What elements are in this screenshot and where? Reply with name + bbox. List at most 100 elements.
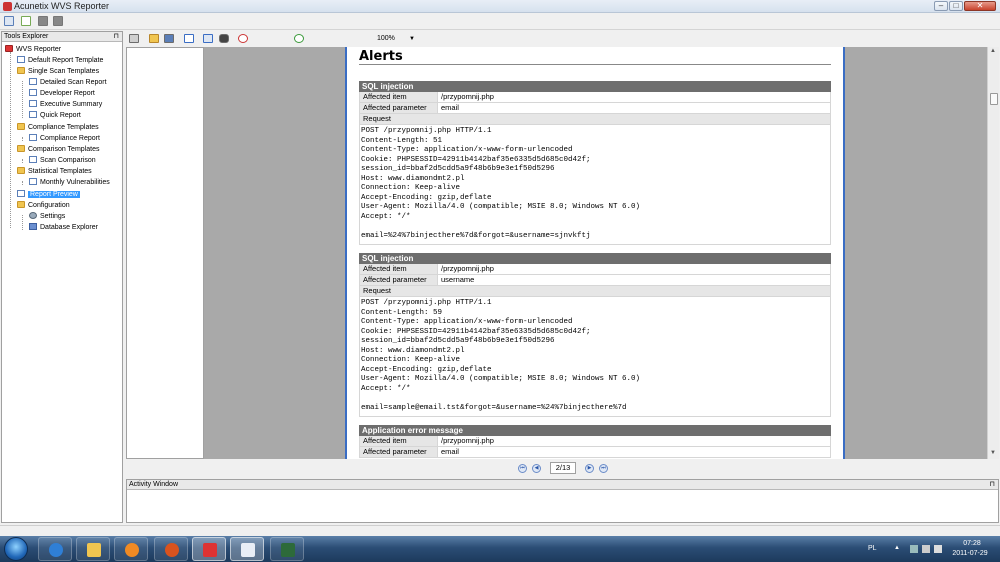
tree-item-monthly-vulnerabilities[interactable]: Monthly Vulnerabilities (29, 178, 110, 188)
tree-item-comparison-templates[interactable]: Comparison Templates (17, 145, 99, 155)
report-page: Alerts SQL injection Affected item/przyp… (345, 47, 845, 459)
document-icon (29, 100, 37, 107)
alert-title: Application error message (359, 425, 831, 436)
title-bar: Acunetix WVS Reporter – □ ✕ (0, 0, 1000, 13)
scroll-down-icon[interactable]: ▼ (990, 450, 996, 456)
document-icon (29, 178, 37, 185)
request-label: Request (359, 286, 831, 297)
system-tray: PL ▲ 07:28 2011-07-29 (860, 536, 1000, 562)
open-folder-icon[interactable] (149, 34, 159, 43)
alert-row-item: Affected item/przypomnij.php (359, 436, 831, 447)
pin-icon[interactable]: ⊓ (114, 32, 119, 42)
zoom-value: 100% (377, 35, 395, 42)
taskbar-acunetix[interactable] (192, 537, 226, 561)
document-icon (29, 156, 37, 163)
tree-item-settings[interactable]: Settings (29, 212, 65, 222)
document-icon (29, 78, 37, 85)
maximize-button[interactable]: □ (949, 1, 963, 11)
folder-icon (17, 123, 25, 130)
network-icon[interactable] (910, 545, 918, 553)
tree-item-wvs-reporter[interactable]: WVS Reporter (5, 45, 61, 55)
request-body: POST /przypomnij.php HTTP/1.1 Content-Le… (359, 297, 831, 417)
taskbar-firefox[interactable] (154, 537, 188, 561)
save-icon[interactable] (164, 34, 174, 43)
preview-icon (17, 190, 25, 197)
print-icon[interactable] (129, 34, 139, 43)
clock-date[interactable]: 2011-07-29 (946, 550, 994, 557)
stop-icon[interactable] (38, 16, 48, 26)
taskbar-reporter[interactable] (230, 537, 264, 561)
tree-item-quick-report[interactable]: Quick Report (29, 111, 81, 121)
alert-row-item: Affected item/przypomnij.php (359, 92, 831, 103)
show-hidden-icons-icon[interactable]: ▲ (894, 545, 900, 551)
app-icon (3, 2, 12, 11)
taskbar-media-player[interactable] (114, 537, 148, 561)
first-page-button[interactable]: ⏮ (518, 464, 527, 473)
check-report-icon[interactable] (21, 16, 31, 26)
status-bar (0, 525, 1000, 535)
database-icon (29, 223, 37, 230)
chevron-down-icon: ▼ (409, 36, 415, 42)
tree-item-developer-report[interactable]: Developer Report (29, 89, 95, 99)
new-report-icon[interactable] (4, 16, 14, 26)
scroll-up-icon[interactable]: ▲ (990, 48, 996, 54)
tree-item-database-explorer[interactable]: Database Explorer (29, 223, 98, 233)
tree-item-scan-comparison[interactable]: Scan Comparison (29, 156, 96, 166)
tree-item-compliance-templates[interactable]: Compliance Templates (17, 123, 99, 133)
flag-icon[interactable] (922, 545, 930, 553)
last-page-button[interactable]: ⏭ (599, 464, 608, 473)
tree-item-detailed-scan-report[interactable]: Detailed Scan Report (29, 78, 107, 88)
folder-icon (17, 201, 25, 208)
alert-block: SQL injection Affected item/przypomnij.p… (359, 253, 831, 417)
export-icon[interactable] (184, 34, 194, 43)
activity-window: Activity Window ⊓ (126, 479, 999, 523)
firefox-icon (165, 543, 179, 557)
zoom-out-icon[interactable] (238, 34, 248, 43)
tree-item-executive-summary[interactable]: Executive Summary (29, 100, 102, 110)
zoom-select[interactable]: 100% ▼ (377, 34, 415, 44)
close-button[interactable]: ✕ (964, 1, 996, 11)
scrollbar-thumb[interactable] (990, 93, 998, 105)
minimize-button[interactable]: – (934, 1, 948, 11)
folder-icon (17, 67, 25, 74)
disabled-icon[interactable] (53, 16, 63, 26)
next-page-button[interactable]: ▶ (585, 464, 594, 473)
taskbar-app[interactable] (270, 537, 304, 561)
folder-icon (17, 145, 25, 152)
tools-explorer-title: Tools Explorer (4, 33, 49, 40)
clock-time[interactable]: 07:28 (954, 540, 990, 547)
alert-block: SQL injection Affected item/przypomnij.p… (359, 81, 831, 245)
pin-icon[interactable]: ⊓ (990, 480, 995, 490)
start-button[interactable] (4, 537, 28, 561)
acunetix-icon (203, 543, 217, 557)
folder-icon (17, 167, 25, 174)
taskbar-explorer[interactable] (76, 537, 110, 561)
page-heading: Alerts (359, 49, 403, 64)
report-icon (241, 543, 255, 557)
taskbar-ie[interactable] (38, 537, 72, 561)
zoom-in-icon[interactable] (294, 34, 304, 43)
activity-window-header: Activity Window ⊓ (127, 480, 998, 490)
previous-page-button[interactable]: ◀ (532, 464, 541, 473)
tree-item-configuration[interactable]: Configuration (17, 201, 70, 211)
volume-icon[interactable] (934, 545, 942, 553)
tree-item-report-preview[interactable]: Report Preview (17, 190, 80, 200)
thumbnail-pane[interactable] (126, 47, 204, 459)
language-indicator[interactable]: PL (868, 545, 877, 552)
page-number-field[interactable]: 2/13 (550, 462, 576, 474)
request-body: POST /przypomnij.php HTTP/1.1 Content-Le… (359, 125, 831, 245)
document-icon (17, 56, 25, 63)
tree-item-statistical-templates[interactable]: Statistical Templates (17, 167, 92, 177)
folder-icon (87, 543, 101, 557)
vertical-scrollbar[interactable]: ▲ ▼ (987, 47, 999, 459)
tree-item-compliance-report[interactable]: Compliance Report (29, 134, 100, 144)
binoculars-icon[interactable] (219, 34, 229, 43)
request-label: Request (359, 114, 831, 125)
alert-title: SQL injection (359, 253, 831, 264)
tree-item-default-report-template[interactable]: Default Report Template (17, 56, 103, 66)
page-view-icon[interactable] (203, 34, 213, 43)
tree-item-single-scan-templates[interactable]: Single Scan Templates (17, 67, 99, 77)
terminal-icon (281, 543, 295, 557)
preview-area[interactable]: Alerts SQL injection Affected item/przyp… (204, 47, 987, 459)
taskbar: PL ▲ 07:28 2011-07-29 (0, 536, 1000, 562)
